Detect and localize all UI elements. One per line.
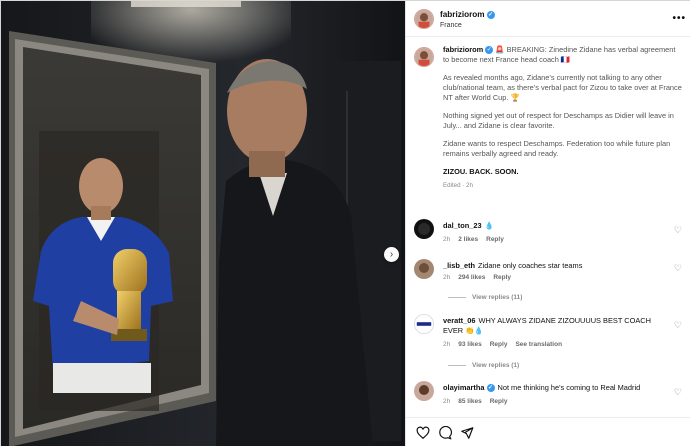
comment-item: olayimartha ✓ Not me thinking he's coming … (406, 379, 690, 413)
comment-likes[interactable]: 93 likes (458, 341, 482, 348)
comment-meta: 2h 294 likes Reply (443, 274, 519, 281)
caption-paragraph-1: fabriziorom ✓ 🚨 BREAKING: Zinedine Zidane… (443, 45, 683, 65)
comment-username-text[interactable]: olayimartha (443, 383, 485, 392)
comment-text: dal_ton_23 💧 (443, 221, 673, 231)
post-photo[interactable]: › (1, 1, 405, 446)
author-avatar[interactable] (414, 9, 434, 29)
see-translation-button[interactable]: See translation (515, 341, 562, 348)
comment-username[interactable]: olayimartha ✓ (443, 383, 495, 393)
commenter-avatar[interactable] (414, 314, 434, 334)
next-arrow-icon[interactable]: › (384, 247, 399, 262)
comment-time[interactable]: 2h (443, 398, 450, 405)
comment-meta: 2h 93 likes Reply See translation (443, 341, 570, 348)
comment-time[interactable]: 2h (443, 236, 450, 243)
comment-icon[interactable] (438, 426, 452, 440)
heart-icon[interactable]: ♡ (674, 225, 682, 236)
comments-scroll-area[interactable]: fabriziorom ✓ 🚨 BREAKING: Zinedine Zidane… (406, 37, 690, 417)
reply-button[interactable]: Reply (490, 341, 508, 348)
comment-username[interactable]: dal_ton_23 (443, 221, 482, 230)
heart-icon[interactable]: ♡ (674, 387, 682, 398)
comment-body: 💧 (484, 221, 494, 230)
share-icon[interactable] (460, 426, 474, 440)
reply-button[interactable]: Reply (486, 236, 504, 243)
post-action-bar (406, 417, 690, 446)
commenter-avatar[interactable] (414, 381, 434, 401)
comment-text: veratt_06 WHY ALWAYS ZIDANE ZIZOUUUUS BES… (443, 316, 673, 336)
commenter-avatar[interactable] (414, 219, 434, 239)
post-caption: fabriziorom ✓ 🚨 BREAKING: Zinedine Zidane… (443, 45, 683, 191)
replies-divider (448, 296, 466, 298)
more-icon[interactable]: ••• (672, 13, 686, 24)
comment-username[interactable]: _lisb_eth (443, 261, 475, 270)
comment-likes[interactable]: 2 likes (458, 236, 478, 243)
comment-meta: 2h 85 likes Reply (443, 398, 515, 405)
caption-username[interactable]: fabriziorom (443, 45, 483, 54)
heart-icon[interactable]: ♡ (674, 263, 682, 274)
comment-likes[interactable]: 85 likes (458, 398, 482, 405)
view-replies-button[interactable]: View replies (1) (448, 362, 519, 369)
view-replies-button[interactable]: View replies (11) (448, 294, 522, 301)
reply-button[interactable]: Reply (493, 274, 511, 281)
comment-time[interactable]: 2h (443, 274, 450, 281)
comment-item: veratt_06 WHY ALWAYS ZIDANE ZIZOUUUUS BES… (406, 312, 690, 378)
edited-timestamp: Edited · 2h (443, 182, 473, 189)
comment-item: dal_ton_23 💧 2h 2 likes Reply ♡ (406, 217, 690, 251)
heart-icon[interactable]: ♡ (674, 320, 682, 331)
reply-button[interactable]: Reply (490, 398, 508, 405)
post-header: fabriziorom ✓ France ••• (406, 1, 690, 37)
comment-username[interactable]: veratt_06 (443, 316, 475, 325)
author-username-text[interactable]: fabriziorom (440, 10, 485, 19)
comment-text: _lisb_eth Zidane only coaches star teams (443, 261, 673, 271)
caption-line-5: ZIZOU. BACK. SOON. (443, 167, 683, 177)
instagram-post-view: › fabriziorom ✓ France ••• fabriziorom ✓ 🚨… (0, 0, 690, 446)
caption-line-5-text: ZIZOU. BACK. SOON. (443, 167, 519, 176)
view-replies-label[interactable]: View replies (1) (472, 362, 519, 369)
comment-body: Zidane only coaches star teams (478, 261, 583, 270)
verified-icon: ✓ (486, 10, 495, 19)
post-sidebar: fabriziorom ✓ France ••• fabriziorom ✓ 🚨 B… (405, 1, 690, 446)
heart-icon[interactable] (416, 426, 430, 440)
comment-item: _lisb_eth Zidane only coaches star teams … (406, 257, 690, 317)
comment-body: Not me thinking he's coming to Real Madr… (497, 383, 641, 392)
photo-illustration (1, 1, 405, 446)
verified-icon: ✓ (485, 46, 494, 55)
comment-text: olayimartha ✓ Not me thinking he's coming … (443, 383, 673, 393)
replies-divider (448, 364, 466, 366)
view-replies-label[interactable]: View replies (11) (472, 294, 522, 301)
verified-icon: ✓ (486, 384, 495, 393)
commenter-avatar[interactable] (414, 259, 434, 279)
comment-likes[interactable]: 294 likes (458, 274, 485, 281)
caption-avatar[interactable] (414, 47, 434, 67)
caption-line-2: As revealed months ago, Zidane's current… (443, 73, 682, 102)
author-username[interactable]: fabriziorom ✓ (440, 10, 495, 19)
comment-time[interactable]: 2h (443, 341, 450, 348)
post-location[interactable]: France (440, 22, 462, 29)
caption-line-3: Nothing signed yet out of respect for De… (443, 111, 674, 130)
caption-line-4: Zidane wants to respect Deschamps. Feder… (443, 139, 671, 158)
comment-meta: 2h 2 likes Reply (443, 236, 512, 243)
